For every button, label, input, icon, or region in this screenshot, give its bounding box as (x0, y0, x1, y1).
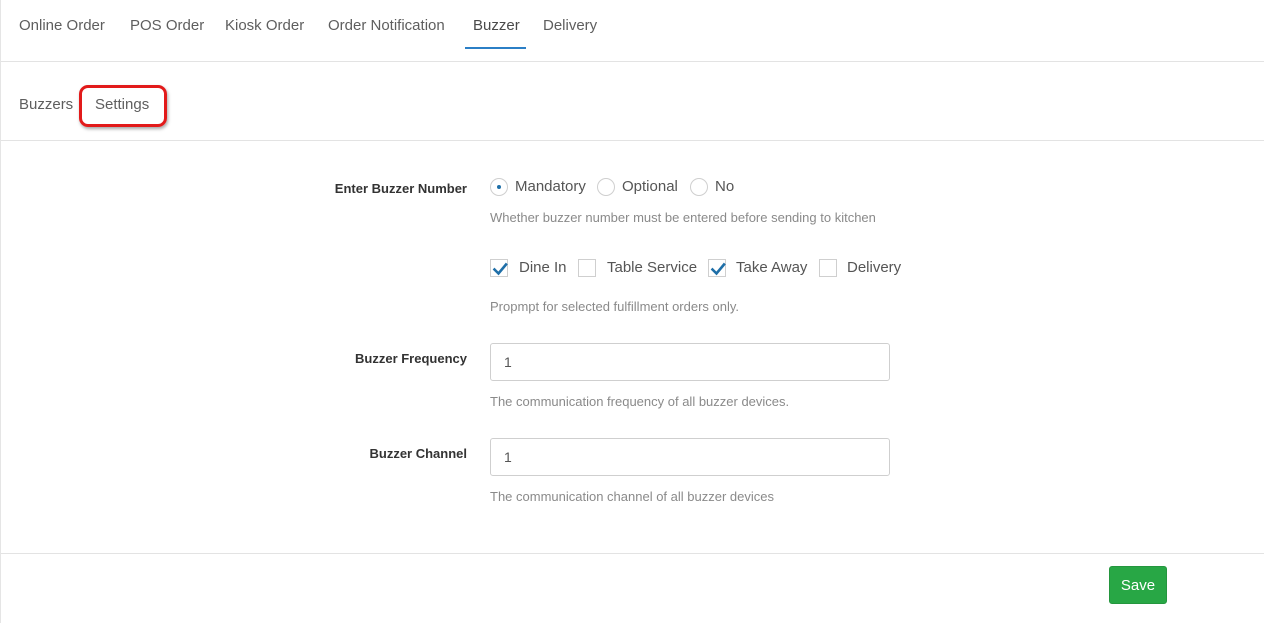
tab-order-notification[interactable]: Order Notification (328, 17, 445, 34)
check-icon (492, 262, 508, 276)
radio-no-label[interactable]: No (715, 178, 734, 195)
buzzer-channel-help: The communication channel of all buzzer … (490, 489, 774, 504)
tab-pos-order[interactable]: POS Order (130, 17, 204, 34)
tab-buzzer[interactable]: Buzzer (473, 17, 520, 34)
buzzer-channel-label: Buzzer Channel (369, 446, 467, 461)
sub-tab-bar: Buzzers Settings (1, 62, 1264, 141)
checkbox-take-away[interactable] (708, 259, 726, 277)
checkbox-take-away-label[interactable]: Take Away (736, 259, 807, 276)
active-tab-indicator (465, 47, 526, 49)
page-frame: Online Order POS Order Kiosk Order Order… (0, 0, 1264, 623)
fulfillment-help: Propmpt for selected fulfillment orders … (490, 299, 740, 314)
footer-divider (1, 553, 1264, 554)
checkbox-delivery-label[interactable]: Delivery (847, 259, 901, 276)
top-tab-bar: Online Order POS Order Kiosk Order Order… (1, 0, 1264, 62)
buzzer-number-help: Whether buzzer number must be entered be… (490, 210, 876, 225)
radio-optional-label[interactable]: Optional (622, 178, 678, 195)
checkbox-delivery[interactable] (819, 259, 837, 277)
radio-no[interactable] (690, 178, 708, 196)
radio-mandatory[interactable] (490, 178, 508, 196)
tab-kiosk-order[interactable]: Kiosk Order (225, 17, 304, 34)
checkbox-table-service[interactable] (578, 259, 596, 277)
radio-mandatory-label[interactable]: Mandatory (515, 178, 586, 195)
subtab-buzzers[interactable]: Buzzers (19, 96, 73, 113)
tab-online-order[interactable]: Online Order (19, 17, 105, 34)
buzzer-frequency-input[interactable] (490, 343, 890, 381)
save-button[interactable]: Save (1109, 566, 1167, 604)
buzzer-frequency-help: The communication frequency of all buzze… (490, 394, 790, 409)
buzzer-frequency-label: Buzzer Frequency (355, 351, 467, 366)
radio-optional[interactable] (597, 178, 615, 196)
buzzer-channel-input[interactable] (490, 438, 890, 476)
checkbox-dine-in[interactable] (490, 259, 508, 277)
checkbox-dine-in-label[interactable]: Dine In (519, 259, 567, 276)
buzzer-number-label: Enter Buzzer Number (334, 181, 467, 196)
check-icon (710, 262, 726, 276)
tab-delivery[interactable]: Delivery (543, 17, 597, 34)
settings-highlight-annotation (79, 85, 167, 127)
checkbox-table-service-label[interactable]: Table Service (607, 259, 697, 276)
